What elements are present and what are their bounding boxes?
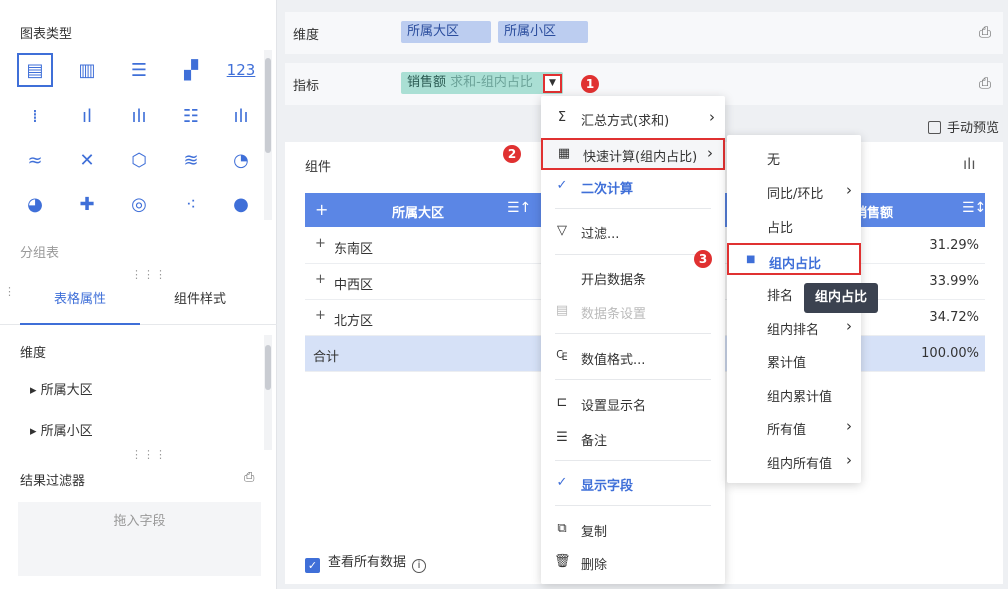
pin-icon[interactable]: ⎙: [244, 470, 254, 485]
chevron-right-icon: ›: [846, 451, 852, 469]
sigma-icon: Σ: [557, 110, 567, 125]
resize-handle[interactable]: ⋮⋮⋮: [131, 268, 167, 281]
bar-chart-icon[interactable]: ⁞: [17, 99, 53, 133]
detail-table-icon[interactable]: ▥: [69, 53, 105, 87]
expand-icon[interactable]: +: [315, 236, 326, 251]
step-badge: 1: [581, 75, 599, 93]
kpi-card-icon[interactable]: ▞: [173, 53, 209, 87]
column-header[interactable]: 所属大区: [392, 202, 444, 221]
rose-chart-icon[interactable]: ✚: [69, 187, 105, 221]
filter-icon: ▽: [557, 223, 567, 238]
indicator-chip[interactable]: 销售额 求和-组内占比: [401, 72, 563, 94]
pie-chart-icon[interactable]: ◕: [17, 187, 53, 221]
prop-item[interactable]: ▸ 所属大区: [30, 379, 93, 398]
dimension-chip[interactable]: 所属大区: [401, 21, 491, 43]
check-icon: ✓: [556, 178, 568, 193]
cross-table-icon[interactable]: ☰: [121, 53, 157, 87]
settings-icon: ▤: [555, 303, 569, 318]
menu-item-summary[interactable]: Σ 汇总方式(求和) ›: [541, 104, 725, 132]
cross-line-icon[interactable]: ✕: [69, 143, 105, 177]
menu-item-data-bar-settings: ▤ 数据条设置: [555, 303, 647, 322]
submenu-item[interactable]: 组内累计值: [727, 378, 861, 410]
result-filter-title: 结果过滤器: [20, 474, 86, 489]
number-format-icon: ₠: [556, 349, 568, 364]
chevron-right-icon: ›: [846, 181, 852, 199]
component-title: 组件: [305, 160, 332, 175]
sort-icon[interactable]: ☰↕: [962, 200, 986, 216]
number-icon[interactable]: 123: [223, 53, 259, 87]
menu-item-delete[interactable]: 🗑 删除: [541, 548, 725, 576]
prop-item[interactable]: ▸ 所属小区: [30, 420, 93, 439]
group-table-icon[interactable]: ▤: [17, 53, 53, 87]
menu-item-show-field[interactable]: ✓ 显示字段: [541, 469, 725, 497]
menu-item-data-bar[interactable]: 开启数据条: [541, 263, 725, 291]
copy-icon: ⧉: [557, 521, 567, 536]
filter-drop-zone[interactable]: 拖入字段: [18, 502, 261, 576]
chart-types-title: 图表类型: [20, 27, 73, 42]
dimension-row: 维度 所属大区 所属小区 ⎙: [285, 12, 1003, 54]
menu-item-note[interactable]: ☰ 备注: [541, 424, 725, 452]
submenu-item[interactable]: 组内所有值 ›: [727, 445, 861, 477]
indicator-menu: Σ 汇总方式(求和) › ▦ 快速计算(组内占比) › ✓ 二次计算 ▽ 过滤... 开启数…: [541, 96, 725, 584]
dimension-label: 维度: [293, 28, 320, 43]
menu-item-second-calc[interactable]: ✓ 二次计算: [541, 172, 725, 200]
calculator-icon: ▦: [557, 146, 571, 161]
area-chart-icon[interactable]: ≋: [173, 143, 209, 177]
indicator-label: 指标: [293, 79, 320, 94]
view-all-checkbox[interactable]: ✓ 查看所有数据 i: [305, 551, 427, 573]
menu-item-filter[interactable]: ▽ 过滤...: [541, 217, 725, 245]
submenu-item[interactable]: 无: [727, 141, 861, 173]
chevron-right-icon: ›: [709, 108, 715, 126]
sort-icon[interactable]: ☰↑: [507, 200, 531, 216]
chevron-right-icon: ›: [846, 417, 852, 435]
tab-component-style[interactable]: 组件样式: [140, 285, 260, 325]
scatter-icon[interactable]: ⁖: [173, 187, 209, 221]
expand-icon[interactable]: +: [315, 308, 326, 323]
pin-icon[interactable]: ⎙: [979, 74, 991, 92]
step-badge: 2: [503, 145, 521, 163]
submenu-item[interactable]: 累计值: [727, 344, 861, 376]
chevron-right-icon: ›: [846, 317, 852, 335]
bubble-icon[interactable]: ●: [223, 187, 259, 221]
submenu-item[interactable]: 所有值 ›: [727, 411, 861, 443]
check-icon: ✓: [556, 475, 568, 490]
tab-table-props[interactable]: 表格属性: [20, 285, 140, 325]
manual-preview-checkbox[interactable]: 手动预览: [928, 117, 999, 136]
resize-handle[interactable]: ⋮⋮⋮: [131, 448, 167, 461]
submenu-item-selected[interactable]: ■ 组内占比: [727, 243, 861, 275]
submenu-item[interactable]: 组内排名 ›: [727, 311, 861, 343]
menu-item-quick-calc[interactable]: ▦ 快速计算(组内占比) ›: [541, 138, 725, 170]
trash-icon: 🗑: [554, 554, 571, 569]
expand-icon[interactable]: +: [315, 272, 326, 287]
dimension-chip[interactable]: 所属小区: [498, 21, 588, 43]
grouped-column-icon[interactable]: ılı: [121, 99, 157, 133]
column-chart-icon[interactable]: ıl: [69, 99, 105, 133]
note-icon: ☰: [556, 430, 568, 445]
stacked-bar-icon[interactable]: ☷: [173, 99, 209, 133]
group-table-label: 分组表: [20, 246, 60, 261]
step-badge: 3: [694, 250, 712, 268]
waterfall-icon[interactable]: ılı: [223, 99, 259, 133]
props-scrollbar[interactable]: [264, 335, 272, 450]
menu-item-display-name[interactable]: ⊏ 设置显示名: [541, 389, 725, 417]
gauge-icon[interactable]: ◔: [223, 143, 259, 177]
property-tabs: 表格属性 组件样式: [0, 285, 277, 325]
dropdown-arrow-button[interactable]: ▼: [543, 74, 562, 93]
rename-icon: ⊏: [556, 395, 568, 410]
prop-dimension-label: 维度: [20, 346, 47, 361]
column-chart-icon[interactable]: ılı: [963, 155, 976, 173]
chart-types-scrollbar[interactable]: [264, 50, 272, 220]
info-icon[interactable]: i: [412, 559, 427, 573]
submenu-item[interactable]: 同比/环比 ›: [727, 175, 861, 207]
chevron-right-icon: ›: [707, 144, 713, 162]
line-chart-icon[interactable]: ≈: [17, 143, 53, 177]
menu-item-number-format[interactable]: ₠ 数值格式...: [541, 343, 725, 371]
submenu-item[interactable]: 占比: [727, 209, 861, 241]
ring-chart-icon[interactable]: ◎: [121, 187, 157, 221]
expand-all-icon[interactable]: +: [315, 200, 328, 219]
menu-item-copy[interactable]: ⧉ 复制: [541, 515, 725, 543]
pin-icon[interactable]: ⎙: [979, 23, 991, 41]
radar-icon[interactable]: ⬡: [121, 143, 157, 177]
tooltip: 组内占比: [804, 283, 878, 313]
